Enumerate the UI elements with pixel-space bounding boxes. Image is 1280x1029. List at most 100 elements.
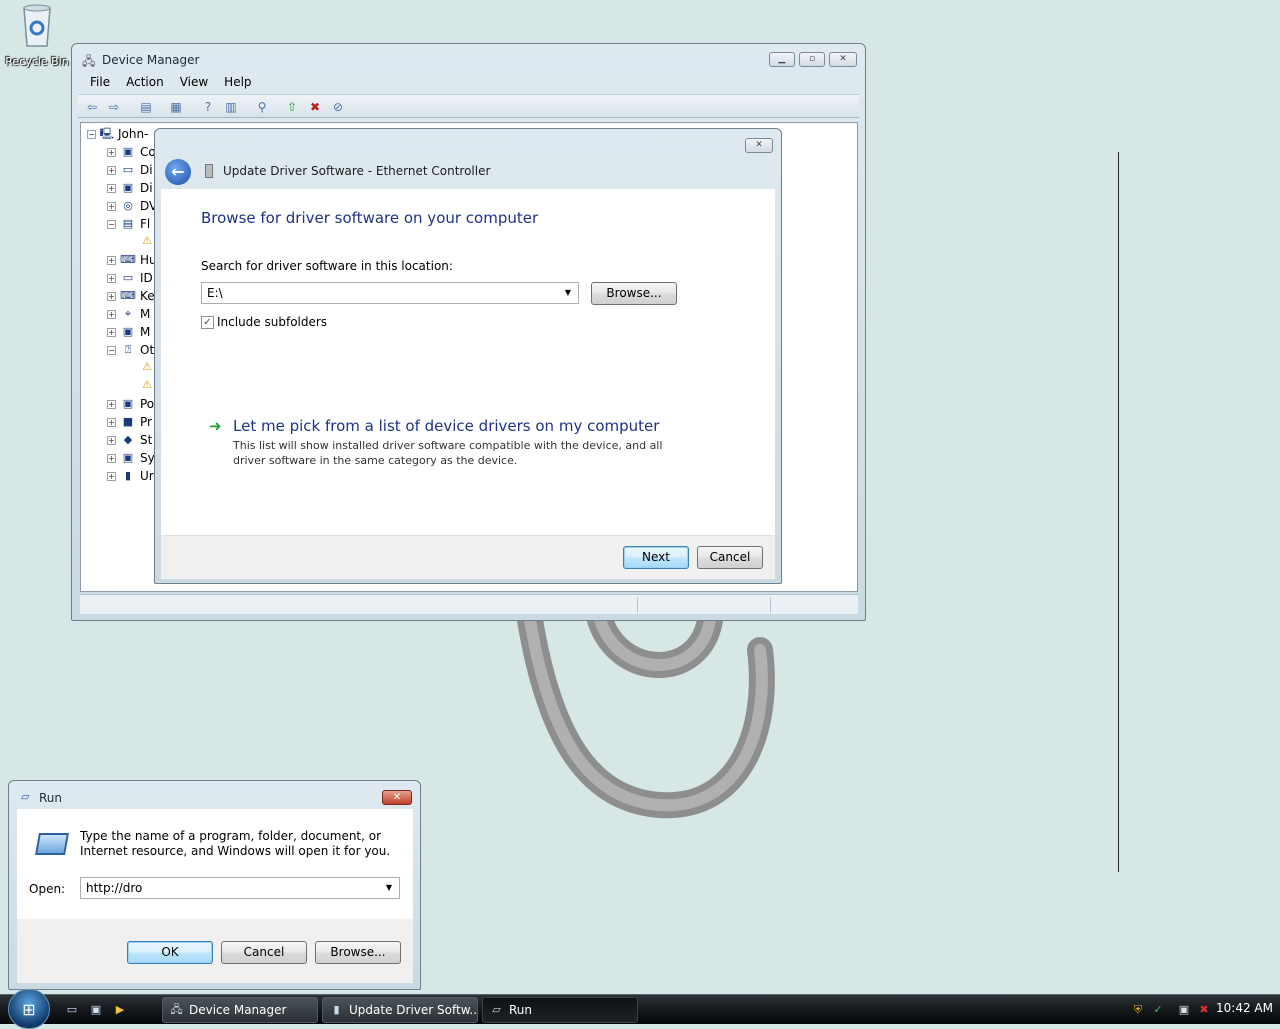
uninstall-icon[interactable]: ✖ xyxy=(307,99,323,115)
dropdown-arrow-icon[interactable]: ▼ xyxy=(561,283,575,303)
clock[interactable]: 10:42 AM xyxy=(1216,1001,1273,1015)
expand-icon[interactable]: + xyxy=(107,147,116,157)
expand-icon[interactable]: + xyxy=(107,273,116,283)
disable-device-icon[interactable]: ⊘ xyxy=(330,99,346,115)
tree-item[interactable]: + ◎ DV xyxy=(107,197,157,215)
tree-item[interactable]: + ■ Pr xyxy=(107,413,152,431)
collapse-icon[interactable]: − xyxy=(87,129,96,139)
network-disconnected-icon[interactable]: ▣ xyxy=(1176,1002,1192,1018)
green-arrow-icon: ➜ xyxy=(209,417,222,435)
tree-item-label: Ot xyxy=(140,343,155,357)
back-arrow-icon[interactable]: ← xyxy=(165,159,191,185)
warning-device-icon[interactable]: ⚠ xyxy=(139,233,155,249)
tree-item[interactable]: + ▭ ID xyxy=(107,269,153,287)
expand-icon[interactable]: + xyxy=(107,327,116,337)
browse-button[interactable]: Browse... xyxy=(315,941,401,964)
tree-item[interactable]: − ▤ Fl xyxy=(107,215,150,233)
security-shield-icon[interactable]: ⛨ xyxy=(1130,1002,1146,1018)
tree-item[interactable]: + ⌖ M xyxy=(107,305,150,323)
run-title: Run xyxy=(39,791,63,805)
menu-bar: File Action View Help xyxy=(80,72,252,92)
taskbar-run[interactable]: ▱ Run xyxy=(482,997,638,1023)
open-label: Open: xyxy=(29,882,66,896)
expand-icon[interactable]: + xyxy=(107,399,116,409)
tree-item[interactable]: + ▣ Sy xyxy=(107,449,155,467)
properties-icon[interactable]: ▦ xyxy=(168,99,184,115)
collapse-icon[interactable]: − xyxy=(107,345,116,355)
maximize-button[interactable]: ▫ xyxy=(799,52,825,67)
expand-icon[interactable]: + xyxy=(107,435,116,445)
open-combobox[interactable]: http://dro ▼ xyxy=(80,877,400,899)
tree-item[interactable]: + ⌨ Ke xyxy=(107,287,155,305)
start-button[interactable]: ⊞ xyxy=(8,989,50,1029)
search-location-label: Search for driver software in this locat… xyxy=(201,259,453,273)
task-label: Device Manager xyxy=(189,1003,287,1017)
forward-arrow-icon[interactable]: ⇨ xyxy=(106,99,122,115)
expand-icon[interactable]: + xyxy=(107,417,116,427)
cancel-button[interactable]: Cancel xyxy=(221,941,307,964)
expand-icon[interactable]: + xyxy=(107,453,116,463)
volume-muted-icon[interactable]: ✖ xyxy=(1196,1002,1212,1018)
ok-button[interactable]: OK xyxy=(127,941,213,964)
tree-item[interactable]: + ▣ Po xyxy=(107,395,154,413)
back-arrow-icon[interactable]: ⇦ xyxy=(84,99,100,115)
location-combobox[interactable]: E:\ ▼ xyxy=(201,282,579,304)
menu-view[interactable]: View xyxy=(180,72,208,92)
menu-help[interactable]: Help xyxy=(224,72,251,92)
expand-icon[interactable]: + xyxy=(107,183,116,193)
taskbar-device-manager[interactable]: 🖧 Device Manager xyxy=(162,997,318,1023)
menu-file[interactable]: File xyxy=(90,72,110,92)
show-hide-console-tree-icon[interactable]: ▤ xyxy=(138,99,154,115)
collapse-icon[interactable]: − xyxy=(107,219,116,229)
tree-item-label: Sy xyxy=(140,451,155,465)
expand-icon[interactable]: + xyxy=(107,255,116,265)
tree-item[interactable]: + ◆ St xyxy=(107,431,152,449)
browse-button[interactable]: Browse... xyxy=(591,282,677,305)
scan-hardware-icon[interactable]: ⚲ xyxy=(254,99,270,115)
warning-device-icon[interactable]: ⚠ xyxy=(139,359,155,375)
switch-windows-icon[interactable]: ▣ xyxy=(88,1002,104,1018)
next-button[interactable]: Next xyxy=(623,546,689,569)
system-devices-icon: ▣ xyxy=(122,451,134,464)
action-pane-icon[interactable]: ▥ xyxy=(223,99,239,115)
open-value[interactable]: http://dro xyxy=(86,881,142,895)
cancel-button[interactable]: Cancel xyxy=(697,546,763,569)
close-button[interactable]: ✕ xyxy=(829,52,857,67)
recycle-bin[interactable]: Recycle Bin xyxy=(4,2,70,68)
disk-drive-icon: ▭ xyxy=(122,163,134,176)
menu-action[interactable]: Action xyxy=(126,72,164,92)
tree-item[interactable]: + ▮ Ur xyxy=(107,467,154,485)
taskbar-update-driver[interactable]: ▮ Update Driver Softw... xyxy=(322,997,478,1023)
close-button[interactable]: ✕ xyxy=(382,790,412,805)
minimize-button[interactable]: ▁ xyxy=(769,52,795,67)
tree-item[interactable]: + ▣ M xyxy=(107,323,150,341)
dialog-footer: Next Cancel xyxy=(161,535,775,579)
expand-icon[interactable]: + xyxy=(107,291,116,301)
run-dialog: ▱ Run ✕ Type the name of a program, fold… xyxy=(8,780,421,990)
windows-update-icon[interactable]: ✓ xyxy=(1150,1002,1166,1018)
show-desktop-icon[interactable]: ▭ xyxy=(64,1002,80,1018)
usb-icon: ▮ xyxy=(124,469,132,482)
close-button[interactable]: ✕ xyxy=(745,138,773,153)
tree-item[interactable]: + ⌨ Hu xyxy=(107,251,157,269)
expand-icon[interactable]: + xyxy=(107,309,116,319)
include-subfolders-checkbox[interactable]: ✓ xyxy=(201,316,214,329)
update-driver-icon[interactable]: ⇧ xyxy=(284,99,300,115)
computer-icon: 🖳 xyxy=(99,127,115,140)
help-icon[interactable]: ? xyxy=(200,99,216,115)
tree-item[interactable]: + ▣ Co xyxy=(107,143,156,161)
dialog-header: ← Update Driver Software - Ethernet Cont… xyxy=(161,157,775,187)
floppy-controller-icon: ▤ xyxy=(122,217,134,230)
pick-from-list-link[interactable]: Let me pick from a list of device driver… xyxy=(233,417,659,435)
warning-device-icon[interactable]: ⚠ xyxy=(139,377,155,393)
dropdown-arrow-icon[interactable]: ▼ xyxy=(382,878,396,898)
expand-icon[interactable]: + xyxy=(107,165,116,175)
tree-root[interactable]: − 🖳 John- xyxy=(87,126,148,142)
tree-item[interactable]: + ▭ Di xyxy=(107,161,153,179)
expand-icon[interactable]: + xyxy=(107,201,116,211)
media-player-icon[interactable]: ▶ xyxy=(112,1002,128,1018)
expand-icon[interactable]: + xyxy=(107,471,116,481)
tree-item[interactable]: + ▣ Di xyxy=(107,179,153,197)
tree-item-label: M xyxy=(140,325,151,339)
tree-item[interactable]: − ⍰ Ot xyxy=(107,341,154,359)
